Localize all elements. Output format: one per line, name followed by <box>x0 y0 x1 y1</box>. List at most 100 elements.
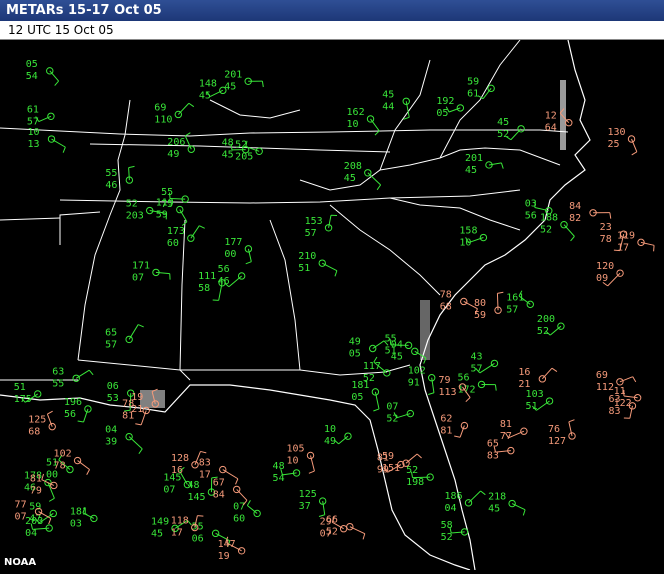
border-al-ga <box>270 220 300 370</box>
vfr-station-44-wind-barb-icon <box>371 119 380 131</box>
vfr-station-49: 17360 <box>167 226 205 250</box>
vfr-station-20-value-top: 201 <box>465 153 483 164</box>
vfr-station-41: 0752 <box>386 402 413 425</box>
ifr-east-station-8-value-bottom: 83 <box>608 406 620 417</box>
ifr-gulf-station-5-value-bottom: 17 <box>199 470 211 481</box>
vfr-station-29: 10351 <box>526 389 553 412</box>
vfr-station-49-barb-flag <box>199 226 204 229</box>
ifr-east-station-9-barb-flag <box>552 368 557 371</box>
ifr-east-station-4-value-bottom: 25 <box>608 139 620 150</box>
vfr-station-19: 21051 <box>298 251 337 276</box>
vfr-station-24-value-bottom: 05 <box>436 108 448 119</box>
vfr-station-51-value-top: 111 <box>198 271 216 282</box>
ifr-gulf-station-10-value-bottom: 78 <box>54 461 66 472</box>
ifr-gulf-station-3-barb-flag <box>47 411 52 414</box>
vfr-station-27-value-top: 181 <box>70 506 88 517</box>
vfr-station-37-value-top: 158 <box>459 226 477 237</box>
ifr-east-station-4-value-top: 130 <box>608 127 626 138</box>
ifr-east-station-5-value-bottom: 17 <box>617 242 629 253</box>
vfr-station-46-value-bottom: 52 <box>540 225 552 236</box>
vfr-station-4-value-bottom: 56 <box>64 409 76 420</box>
ifr-gulf-station-2-value-bottom: 84 <box>213 489 225 500</box>
vfr-station-11: 17700 <box>224 237 251 264</box>
vfr-station-36: 4357 <box>470 351 497 374</box>
vfr-station-63-value-bottom: 55 <box>52 378 64 389</box>
vfr-station-47-value-bottom: 53 <box>107 393 119 404</box>
vfr-station-22-wind-barb-icon <box>129 437 142 449</box>
ifr-east-station-13: 1264 <box>545 109 572 134</box>
vfr-station-3-value-bottom: 45 <box>222 150 234 161</box>
vfr-station-29-circle-icon <box>546 398 552 404</box>
vfr-station-61-value-bottom: 110 <box>154 114 172 125</box>
ifr-gulf-station-15-value-top: 29 <box>320 517 332 528</box>
ifr-gulf-station-4-value-top: 81 <box>30 473 42 484</box>
ifr-east-station-15-value-top: 80 <box>474 298 486 309</box>
ifr-east-station-7-barb-flag <box>466 398 470 402</box>
ifr-east-station-12-circle-icon <box>521 428 527 434</box>
vfr-station-50-value-top: 61 <box>27 104 39 115</box>
vfr-station-19-value-bottom: 51 <box>298 263 310 274</box>
border-north-4 <box>300 148 560 190</box>
window-title: METARs 15-17 Oct 05 <box>6 3 162 18</box>
vfr-station-60: 12537 <box>299 489 326 516</box>
vfr-station-61-value-top: 69 <box>154 102 166 113</box>
vfr-station-61-wind-barb-icon <box>178 103 189 114</box>
vfr-station-61: 69110 <box>154 102 193 125</box>
ifr-east-station-2: 6281 <box>440 414 467 438</box>
vfr-station-27-value-bottom: 03 <box>70 518 82 529</box>
vfr-station-11-value-bottom: 00 <box>224 249 236 260</box>
vfr-station-62: 10291 <box>408 366 435 395</box>
vfr-station-4-value-top: 196 <box>64 397 82 408</box>
vfr-station-8-barb-flag <box>262 81 263 87</box>
ifr-east-station-9-wind-barb-icon <box>542 368 552 379</box>
vfr-station-6: 52205 <box>235 139 262 162</box>
ifr-gulf-station-13-value-bottom: 16 <box>171 465 183 476</box>
vfr-station-63-wind-barb-icon <box>76 370 89 378</box>
ifr-gulf-station-2-wind-barb-icon <box>237 489 247 500</box>
ifr-east-station-15-barb-flag <box>497 292 503 293</box>
vfr-station-41-value-bottom: 52 <box>386 414 398 425</box>
ifr-east-station-11-value-top: 76 <box>548 424 560 435</box>
ifr-east-station-9: 1621 <box>518 367 557 390</box>
ifr-east-station-16-value-top: 65 <box>487 439 499 450</box>
vfr-station-24-wind-barb-icon <box>449 108 460 112</box>
vfr-station-43-value-bottom: 60 <box>233 513 245 524</box>
ifr-gulf-station-8-value-top: 118 <box>171 515 189 526</box>
vfr-station-33-value-bottom: 52 <box>537 326 549 337</box>
ifr-gulf-station-10-barb-flag <box>87 469 90 474</box>
vfr-station-26-barb-flag <box>129 166 135 167</box>
border-ky <box>210 100 300 118</box>
border-ar <box>0 218 60 220</box>
coast-bay-1 <box>560 80 566 150</box>
vfr-station-33-wind-barb-icon <box>550 326 561 335</box>
vfr-station-38-value-bottom: 198 <box>406 477 424 488</box>
vfr-station-0-circle-icon <box>509 500 515 506</box>
ifr-gulf-station-4-value-bottom: 79 <box>30 485 42 496</box>
vfr-station-14-barb-flag <box>390 339 391 345</box>
vfr-station-33-value-top: 200 <box>537 314 555 325</box>
ifr-gulf-station-5-barb-flag <box>236 479 238 485</box>
vfr-station-6-value-top: 52 <box>235 139 247 150</box>
vfr-station-59-barb-flag <box>63 147 65 153</box>
vfr-station-57-value-top: 65 <box>105 327 117 338</box>
vfr-station-4-circle-icon <box>85 406 91 412</box>
vfr-station-45-value-bottom: 45 <box>151 528 163 539</box>
ifr-east-station-2-value-top: 62 <box>440 414 452 425</box>
ifr-east-station-9-value-top: 16 <box>518 367 530 378</box>
vfr-station-10-value-top: 56 <box>218 264 230 275</box>
ifr-east-station-14-value-bottom: 82 <box>569 213 581 224</box>
vfr-station-15-wind-barb-icon <box>180 210 187 222</box>
vfr-station-19-wind-barb-icon <box>322 263 337 270</box>
vfr-station-0-value-top: 218 <box>488 492 506 503</box>
vfr-station-32-wind-barb-icon <box>50 71 59 81</box>
vfr-station-9-circle-icon <box>370 345 376 351</box>
metar-map[interactable]: 2184545522084548451965617846522050445201… <box>0 40 664 570</box>
border-tn <box>60 212 100 245</box>
ifr-east-station-0-value-bottom: 112 <box>596 382 614 393</box>
ifr-gulf-station-7-value-bottom: 19 <box>218 551 230 562</box>
vfr-station-12-value-top: 45 <box>382 89 394 100</box>
ifr-gulf-station-3-value-bottom: 68 <box>28 427 40 438</box>
vfr-station-62-value-top: 102 <box>408 366 426 377</box>
ifr-east-station-4-barb-flag <box>632 152 637 155</box>
ifr-gulf-station-10: 10278 <box>54 449 90 475</box>
